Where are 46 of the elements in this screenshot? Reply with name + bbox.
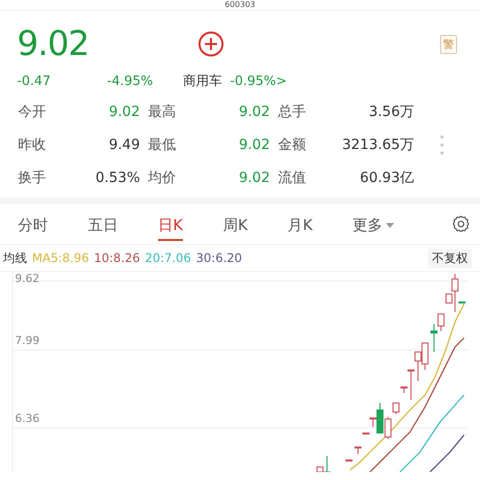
candlestick <box>354 446 362 454</box>
percent-change: -4.95% <box>107 74 154 88</box>
stat-label: 流值 <box>278 169 307 188</box>
sector-name[interactable]: 商用车 <box>183 72 222 90</box>
stock-code: 600303 <box>224 0 256 9</box>
ma-label: 均线 <box>3 250 27 266</box>
stat-value: 60.93亿 <box>358 169 415 188</box>
chart-tab[interactable]: 五日 <box>88 208 118 240</box>
add-icon[interactable] <box>198 31 224 57</box>
candlestick <box>392 402 400 414</box>
stat-value: 9.02 <box>238 136 271 155</box>
adjust-button[interactable]: 不复权 <box>428 248 472 268</box>
settings-icon[interactable] <box>452 215 470 233</box>
moving-average-value: 30:6.20 <box>196 251 242 265</box>
sector-change[interactable]: -0.95%> <box>230 74 287 88</box>
stat-value: 3213.65万 <box>341 136 415 155</box>
caret-icon <box>386 222 394 228</box>
candlestick <box>362 432 370 434</box>
chart-tab[interactable]: 月K <box>288 208 313 240</box>
moving-average-value: 20:7.06 <box>145 251 192 265</box>
stat-label: 今开 <box>18 103 47 122</box>
stat-value: 9.49 <box>108 136 141 155</box>
stat-label: 均价 <box>148 169 177 188</box>
stat-value: 9.02 <box>238 169 271 188</box>
stat-label: 最高 <box>148 103 177 122</box>
stat-value: 9.02 <box>108 103 141 122</box>
moving-average-value: MA5:8.96 <box>32 251 89 265</box>
chart-tab[interactable]: 日K <box>158 208 183 240</box>
y-axis-label: 9.62 <box>15 272 40 285</box>
candlestick <box>346 460 352 462</box>
stat-label: 最低 <box>148 136 177 155</box>
stat-label: 昨收 <box>18 136 47 155</box>
stat-label: 金额 <box>278 136 307 155</box>
chart-tab[interactable]: 周K <box>222 208 248 240</box>
moving-average-value: 10:8.26 <box>94 251 140 265</box>
y-axis-label: 6.36 <box>15 412 40 425</box>
price-change: -0.47 <box>17 74 52 88</box>
stat-label: 换手 <box>18 169 47 188</box>
stat-value: 0.53% <box>94 169 141 188</box>
stat-label: 总手 <box>278 103 307 122</box>
stat-value: 3.56万 <box>368 103 415 122</box>
chart-tab[interactable]: 更多 <box>352 208 394 240</box>
chart-tab[interactable]: 分时 <box>18 208 48 240</box>
stat-value: 9.02 <box>238 103 271 122</box>
y-axis-label: 7.99 <box>15 334 40 347</box>
price: 9.02 <box>17 24 90 64</box>
